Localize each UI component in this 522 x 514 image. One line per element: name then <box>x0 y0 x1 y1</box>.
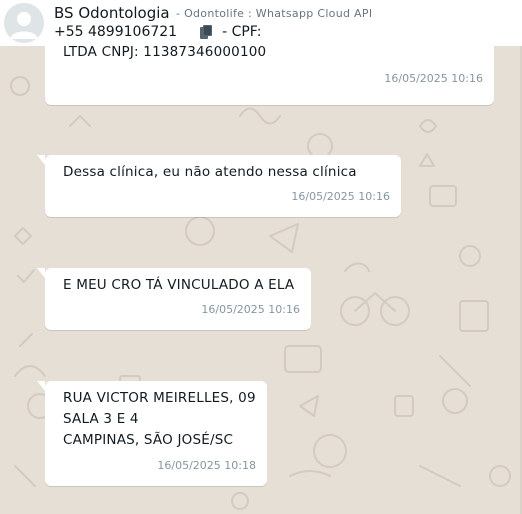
message-bubble[interactable]: RUA VICTOR MEIRELLES, 09 SALA 3 E 4 CAMP… <box>37 381 267 486</box>
message-bubble[interactable]: Dessa clínica, eu não atendo nessa clíni… <box>37 155 401 217</box>
message-timestamp: 16/05/2025 10:16 <box>291 190 390 203</box>
message-timestamp: 16/05/2025 10:18 <box>157 459 256 472</box>
contact-avatar[interactable] <box>4 3 44 43</box>
message-text: Dessa clínica, eu não atendo nessa clíni… <box>63 164 357 180</box>
message-text: RUA VICTOR MEIRELLES, 09 SALA 3 E 4 CAMP… <box>63 390 256 448</box>
chat-header: BS Odontologia - Odontolife : Whatsapp C… <box>0 0 522 46</box>
copy-icon[interactable] <box>200 25 213 39</box>
message-text: E MEU CRO TÁ VINCULADO A ELA <box>63 277 295 293</box>
message-timestamp: 16/05/2025 10:16 <box>384 72 483 85</box>
chat-area[interactable]: LTDA CNPJ: 11387346000100 16/05/2025 10:… <box>0 46 522 514</box>
bubble-tail <box>37 155 45 165</box>
phone-row: +55 4899106721 - CPF: <box>54 24 261 40</box>
cpf-label: - CPF: <box>222 24 262 40</box>
message-bubble[interactable]: LTDA CNPJ: 11387346000100 16/05/2025 10:… <box>45 46 494 105</box>
message-text: LTDA CNPJ: 11387346000100 <box>63 46 267 60</box>
message-bubble[interactable]: E MEU CRO TÁ VINCULADO A ELA 16/05/2025 … <box>37 268 311 330</box>
bubble-tail <box>37 381 45 391</box>
user-icon <box>4 3 44 43</box>
contact-name[interactable]: BS Odontologia <box>54 4 170 22</box>
bubble-tail <box>37 268 45 278</box>
message-timestamp: 16/05/2025 10:16 <box>201 303 300 316</box>
contact-phone: +55 4899106721 <box>54 24 178 40</box>
contact-source: - Odontolife : Whatsapp Cloud API <box>176 7 373 20</box>
